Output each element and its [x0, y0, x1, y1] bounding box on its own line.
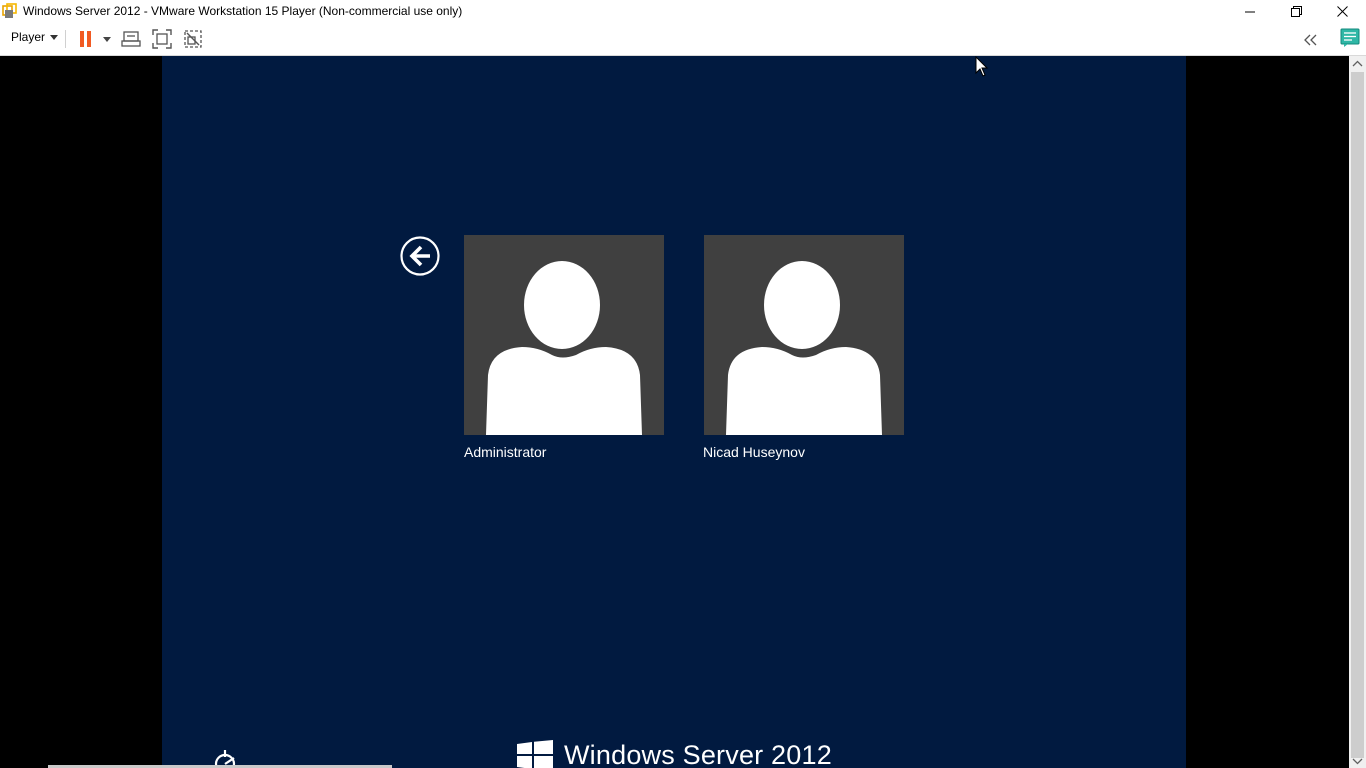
back-arrow-icon[interactable] — [400, 236, 440, 276]
mouse-cursor-icon — [975, 56, 989, 77]
user-name-nicad-huseynov[interactable]: Nicad Huseynov — [703, 444, 805, 460]
user-tile-administrator[interactable] — [464, 235, 664, 435]
chevron-down-icon — [50, 34, 59, 40]
scrollbar-thumb[interactable] — [1351, 72, 1364, 758]
toolbar-divider — [65, 30, 66, 48]
guest-login-screen[interactable]: Administrator Nicad Huseynov Windows Ser… — [162, 56, 1186, 768]
vertical-scrollbar[interactable] — [1349, 56, 1366, 768]
send-ctrl-alt-del-icon[interactable] — [121, 29, 141, 49]
minimize-icon — [1245, 11, 1255, 12]
user-avatar-icon — [486, 261, 642, 435]
restore-button[interactable] — [1273, 0, 1319, 23]
user-tile-nicad-huseynov[interactable] — [704, 235, 904, 435]
scroll-up-icon[interactable] — [1352, 59, 1363, 69]
unity-icon[interactable] — [183, 29, 203, 49]
close-button[interactable] — [1319, 0, 1365, 23]
window-title: Windows Server 2012 - VMware Workstation… — [23, 4, 463, 18]
pause-icon[interactable] — [76, 29, 96, 49]
user-name-administrator[interactable]: Administrator — [464, 444, 546, 460]
vmware-app-icon[interactable] — [2, 3, 18, 19]
restore-icon — [1290, 6, 1302, 17]
collapse-toolbar-icon[interactable] — [1301, 30, 1321, 50]
player-toolbar: Player — [0, 23, 1366, 56]
message-log-icon[interactable] — [1340, 28, 1360, 48]
windows-logo-icon — [517, 740, 553, 768]
user-avatar-icon — [726, 261, 882, 435]
vm-display-area[interactable]: Administrator Nicad Huseynov Windows Ser… — [0, 56, 1349, 768]
minimize-button[interactable] — [1227, 0, 1273, 23]
player-menu-button[interactable]: Player — [11, 30, 59, 44]
brand-text: Windows Server 2012 — [564, 740, 832, 768]
windows-server-brand: Windows Server 2012 — [516, 740, 832, 768]
dropdown-arrow-icon[interactable] — [103, 37, 111, 42]
close-icon — [1336, 6, 1348, 17]
title-bar: Windows Server 2012 - VMware Workstation… — [0, 0, 1366, 23]
full-screen-icon[interactable] — [152, 29, 172, 49]
scroll-down-icon[interactable] — [1352, 756, 1363, 766]
player-menu-label: Player — [11, 30, 46, 44]
